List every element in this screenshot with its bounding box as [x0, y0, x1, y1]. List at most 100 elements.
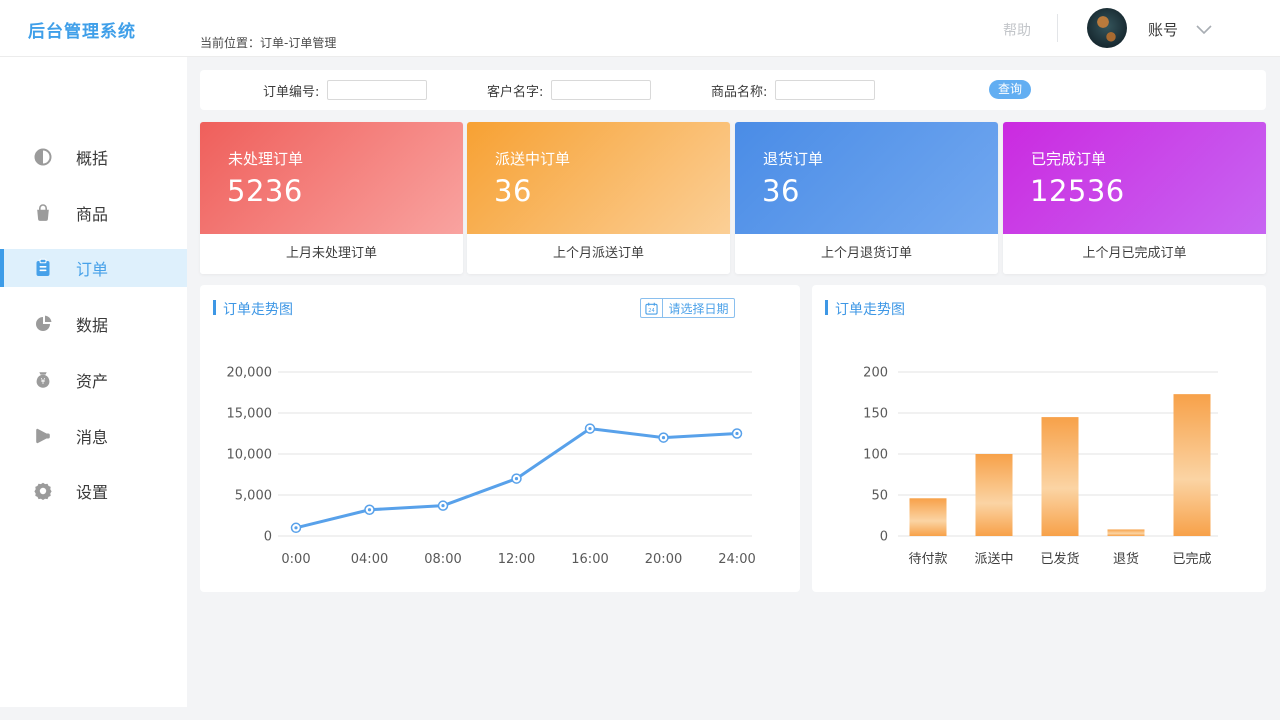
sidebar-item-products[interactable]: 商品 — [0, 194, 187, 232]
messages-icon — [33, 426, 53, 446]
data-point-dot — [368, 508, 371, 511]
chevron-down-icon[interactable] — [1196, 25, 1212, 34]
data-point-dot — [588, 427, 591, 430]
data-icon — [33, 314, 53, 334]
card-title: 未处理订单 — [228, 148, 303, 169]
search-field-group: 商品名称: — [711, 80, 875, 100]
active-indicator — [0, 472, 4, 510]
stat-card-1: 未处理订单 5236 上月未处理订单 — [200, 122, 463, 274]
y-tick-label: 150 — [863, 407, 888, 422]
sidebar-item-messages[interactable]: 消息 — [0, 417, 187, 455]
y-tick-label: 20,000 — [227, 366, 273, 381]
x-category-label: 退货 — [1113, 551, 1139, 567]
bar — [910, 498, 947, 536]
search-field-label: 订单编号: — [263, 81, 319, 100]
sidebar-item-label: 商品 — [76, 201, 108, 225]
panel-title: 订单走势图 — [223, 299, 293, 319]
app-logo: 后台管理系统 — [28, 17, 136, 42]
sidebar-item-label: 数据 — [76, 312, 108, 336]
sidebar-item-label: 资产 — [76, 368, 108, 392]
data-point-dot — [515, 477, 518, 480]
order-status-bar-chart: 050100150200待付款派送中已发货退货已完成 — [812, 335, 1266, 585]
stat-card-3: 退货订单 36 上个月退货订单 — [735, 122, 998, 274]
y-tick-label: 50 — [871, 489, 888, 504]
calendar-icon: 24 — [641, 299, 663, 317]
date-picker-label: 请选择日期 — [663, 300, 734, 317]
search-field-group: 订单编号: — [263, 80, 427, 100]
active-indicator — [0, 194, 4, 232]
card-footer: 上个月退货订单 — [735, 234, 998, 274]
card-title: 派送中订单 — [495, 148, 570, 169]
card-footer: 上个月已完成订单 — [1003, 234, 1266, 274]
x-category-label: 派送中 — [974, 552, 1013, 567]
help-link[interactable]: 帮助 — [1003, 20, 1031, 40]
title-accent-bar — [213, 300, 216, 315]
y-tick-label: 10,000 — [227, 448, 273, 463]
account-menu[interactable]: 账号 — [1148, 19, 1178, 40]
sidebar-item-data[interactable]: 数据 — [0, 305, 187, 343]
sidebar-item-overview[interactable]: 概括 — [0, 138, 187, 176]
order-trend-line-chart: 05,00010,00015,00020,0000:0004:0008:0012… — [200, 335, 800, 585]
products-icon — [33, 203, 53, 223]
active-indicator — [0, 305, 4, 343]
active-indicator — [0, 249, 4, 287]
card-value: 36 — [494, 174, 532, 208]
x-category-label: 已完成 — [1172, 552, 1211, 567]
stat-card-2: 派送中订单 36 上个月派送订单 — [467, 122, 730, 274]
x-tick-label: 08:00 — [424, 552, 461, 567]
active-indicator — [0, 417, 4, 455]
search-panel: 查询 订单编号: 客户名字: 商品名称: — [200, 70, 1266, 110]
card-value: 5236 — [227, 174, 303, 208]
data-point-dot — [294, 526, 297, 529]
top-header: 后台管理系统 当前位置：订单-订单管理 帮助 账号 — [0, 0, 1280, 57]
x-category-label: 已发货 — [1040, 551, 1079, 567]
query-button[interactable]: 查询 — [989, 80, 1031, 99]
x-tick-label: 12:00 — [498, 552, 535, 567]
breadcrumb: 当前位置：订单-订单管理 — [200, 34, 336, 51]
bar — [1042, 417, 1079, 536]
sidebar: 概括 商品 订单 数据 ¥ 资产 消息 设置 — [0, 57, 187, 707]
svg-text:24: 24 — [648, 308, 654, 314]
search-field-label: 商品名称: — [711, 81, 767, 100]
sidebar-item-label: 概括 — [76, 145, 108, 169]
card-footer: 上个月派送订单 — [467, 234, 730, 274]
data-point-dot — [735, 432, 738, 435]
bar — [1174, 394, 1211, 536]
y-tick-label: 0 — [880, 530, 888, 545]
x-tick-label: 20:00 — [645, 552, 682, 567]
search-field-group: 客户名字: — [487, 80, 651, 100]
date-picker[interactable]: 24 请选择日期 — [640, 298, 735, 318]
svg-text:¥: ¥ — [41, 377, 46, 386]
data-point-dot — [662, 436, 665, 439]
orders-icon — [33, 258, 53, 278]
y-tick-label: 5,000 — [235, 489, 272, 504]
product-name-input[interactable] — [775, 80, 875, 100]
sidebar-item-label: 订单 — [76, 256, 108, 280]
x-category-label: 待付款 — [908, 552, 947, 567]
order-trend-line-panel: 订单走势图 24 请选择日期 05,00010,00015,00020,0000… — [200, 285, 800, 592]
card-footer: 上月未处理订单 — [200, 234, 463, 274]
customer-name-input[interactable] — [551, 80, 651, 100]
sidebar-item-label: 设置 — [76, 479, 108, 503]
stat-card-4: 已完成订单 12536 上个月已完成订单 — [1003, 122, 1266, 274]
sidebar-item-label: 消息 — [76, 424, 108, 448]
user-avatar[interactable] — [1087, 8, 1127, 48]
active-indicator — [0, 138, 4, 176]
sidebar-item-settings[interactable]: 设置 — [0, 472, 187, 510]
card-title: 已完成订单 — [1031, 148, 1106, 169]
x-tick-label: 24:00 — [718, 552, 755, 567]
card-value: 12536 — [1030, 174, 1125, 208]
x-tick-label: 0:00 — [281, 552, 310, 567]
x-tick-label: 16:00 — [571, 552, 608, 567]
x-tick-label: 04:00 — [351, 552, 388, 567]
card-title: 退货订单 — [763, 148, 823, 169]
title-accent-bar — [825, 300, 828, 315]
search-field-label: 客户名字: — [487, 81, 543, 100]
order-number-input[interactable] — [327, 80, 427, 100]
active-indicator — [0, 361, 4, 399]
y-tick-label: 100 — [863, 448, 888, 463]
sidebar-item-orders[interactable]: 订单 — [0, 249, 187, 287]
sidebar-item-assets[interactable]: ¥ 资产 — [0, 361, 187, 399]
card-value: 36 — [762, 174, 800, 208]
panel-title: 订单走势图 — [835, 299, 905, 319]
